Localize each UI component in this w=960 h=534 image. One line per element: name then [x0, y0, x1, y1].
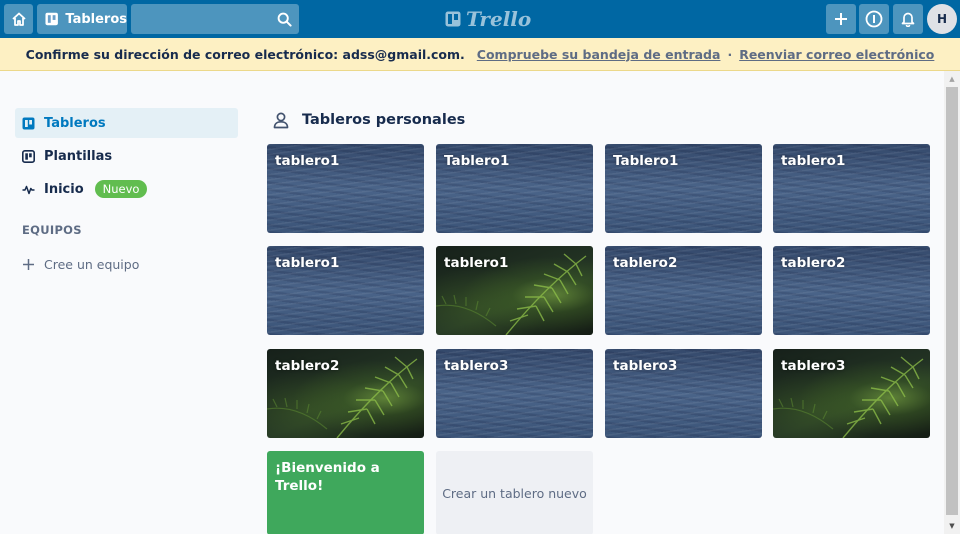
info-button[interactable]	[859, 4, 889, 34]
logo-text: Trello	[466, 7, 532, 31]
scroll-up-arrow[interactable]: ▲	[944, 73, 960, 85]
template-icon	[22, 149, 35, 163]
board-title: tablero1	[444, 255, 509, 271]
board-title: tablero2	[275, 358, 340, 374]
create-button[interactable]	[826, 4, 856, 34]
board-title: ¡Bienvenido a Trello!	[275, 460, 380, 494]
board-title: tablero2	[613, 255, 678, 271]
board-tile[interactable]: tablero1	[436, 246, 593, 335]
create-board-tile[interactable]: Crear un tablero nuevo	[436, 451, 593, 534]
person-icon	[273, 112, 289, 129]
bell-icon	[901, 12, 915, 27]
welcome-board-tile[interactable]: ¡Bienvenido a Trello!	[267, 451, 424, 534]
board-icon	[22, 117, 35, 129]
banner-message: Confirme su dirección de correo electrón…	[25, 46, 465, 62]
board-tile[interactable]: tablero1	[267, 246, 424, 335]
boards-button-label: Tableros	[65, 11, 127, 27]
top-bar: Tableros Trello H	[0, 0, 960, 38]
board-title: tablero3	[613, 358, 678, 374]
plus-icon	[835, 13, 847, 25]
board-tile[interactable]: Tablero1	[436, 144, 593, 233]
sidebar-item-label: Plantillas	[44, 148, 113, 164]
board-title: tablero1	[275, 255, 340, 271]
board-title: tablero3	[781, 358, 846, 374]
create-board-label: Crear un tablero nuevo	[442, 485, 587, 501]
board-tile[interactable]: tablero2	[267, 349, 424, 438]
teams-heading: EQUIPOS	[22, 223, 82, 237]
board-tile[interactable]: tablero3	[436, 349, 593, 438]
board-tile[interactable]: tablero3	[773, 349, 930, 438]
board-title: Tablero1	[444, 153, 510, 169]
board-title: tablero2	[781, 255, 846, 271]
create-team-button[interactable]: Cree un equipo	[22, 257, 139, 272]
search-icon	[277, 12, 292, 27]
board-title: tablero3	[444, 358, 509, 374]
board-icon	[45, 12, 58, 26]
info-icon	[865, 10, 883, 28]
board-title: tablero1	[275, 153, 340, 169]
personal-boards-header: Tableros personales	[272, 111, 465, 129]
banner-separator: ·	[727, 46, 733, 62]
check-inbox-link[interactable]: Compruebe su bandeja de entrada	[477, 47, 721, 62]
board-tile[interactable]: tablero2	[773, 246, 930, 335]
resend-email-link[interactable]: Reenviar correo electrónico	[739, 47, 934, 62]
notifications-button[interactable]	[893, 4, 923, 34]
activity-icon	[22, 185, 35, 194]
board-tile[interactable]: tablero1	[773, 144, 930, 233]
trello-logo-icon	[445, 11, 461, 27]
create-team-label: Cree un equipo	[44, 257, 140, 272]
sidebar-item-templates[interactable]: Plantillas	[15, 141, 238, 171]
sidebar-item-home[interactable]: Inicio Nuevo	[15, 174, 238, 204]
board-tile[interactable]: Tablero1	[605, 144, 762, 233]
sidebar-item-label: Tableros	[44, 115, 106, 131]
trello-logo[interactable]: Trello	[445, 7, 531, 31]
sidebar-item-boards[interactable]: Tableros	[15, 108, 238, 138]
board-title: Tablero1	[613, 153, 679, 169]
sidebar-item-label: Inicio	[44, 181, 84, 197]
scrollbar-thumb[interactable]	[946, 87, 958, 515]
boards-button[interactable]: Tableros	[37, 4, 127, 34]
section-title: Tableros personales	[302, 112, 466, 128]
board-tile[interactable]: tablero3	[605, 349, 762, 438]
home-button[interactable]	[4, 4, 33, 34]
scroll-down-arrow[interactable]: ▼	[944, 520, 960, 532]
home-icon	[11, 12, 26, 26]
new-badge: Nuevo	[94, 180, 148, 198]
avatar[interactable]: H	[927, 4, 957, 34]
email-confirmation-banner: Confirme su dirección de correo electrón…	[0, 38, 960, 71]
board-tile[interactable]: tablero1	[267, 144, 424, 233]
board-tile[interactable]: tablero2	[605, 246, 762, 335]
board-title: tablero1	[781, 153, 846, 169]
search-input[interactable]	[131, 4, 299, 34]
plus-icon	[23, 259, 34, 270]
